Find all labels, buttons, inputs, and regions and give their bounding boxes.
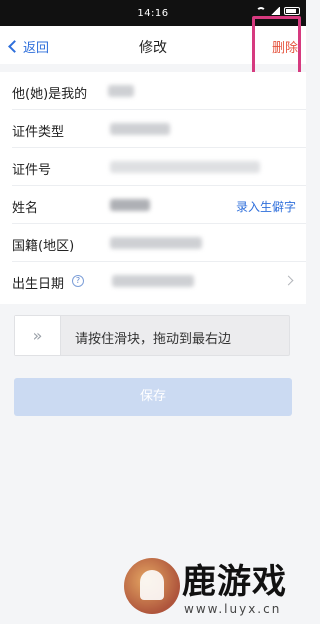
watermark: 鹿游戏 www.luyx.cn <box>116 548 306 624</box>
form-row-relationship[interactable]: 他(她)是我的 <box>0 72 306 110</box>
form-row-name[interactable]: 姓名 录入生僻字 <box>0 186 306 224</box>
birth-date-label: 出生日期 <box>12 277 65 292</box>
name-label: 姓名 <box>12 201 39 216</box>
relationship-label: 他(她)是我的 <box>12 87 88 102</box>
battery-icon <box>284 7 300 15</box>
help-icon[interactable]: ? <box>72 275 84 287</box>
passenger-form: 他(她)是我的 证件类型 证件号 姓名 录入生僻字 国籍(地区) 出生日期 ? <box>0 72 306 304</box>
form-row-birth-date[interactable]: 出生日期 ? <box>0 262 306 304</box>
watermark-logo-icon <box>124 558 180 614</box>
name-value-redacted <box>110 199 150 211</box>
birth-date-value-redacted <box>112 275 194 287</box>
status-icons <box>256 7 300 15</box>
nationality-value-redacted <box>110 237 202 249</box>
id-type-label: 证件类型 <box>12 125 65 140</box>
watermark-name: 鹿游戏 <box>182 562 287 602</box>
signal-icon <box>270 7 280 15</box>
id-number-value-redacted <box>110 161 260 173</box>
form-row-nationality[interactable]: 国籍(地区) <box>0 224 306 262</box>
slider-captcha[interactable]: » 请按住滑块，拖动到最右边 <box>14 315 290 356</box>
chevron-right-icon <box>283 275 294 286</box>
relationship-value-redacted <box>108 85 134 97</box>
wifi-icon <box>256 7 266 15</box>
enter-rare-character-link[interactable]: 录入生僻字 <box>236 198 296 215</box>
form-row-id-type[interactable]: 证件类型 <box>0 110 306 148</box>
slider-instruction: 请按住滑块，拖动到最右边 <box>75 332 232 347</box>
id-type-value-redacted <box>110 123 170 135</box>
form-row-id-number[interactable]: 证件号 <box>0 148 306 186</box>
slider-handle[interactable]: » <box>15 316 61 355</box>
id-number-label: 证件号 <box>12 163 52 178</box>
save-button[interactable]: 保存 <box>14 378 292 416</box>
nationality-label: 国籍(地区) <box>12 239 75 254</box>
watermark-url: www.luyx.cn <box>184 602 282 616</box>
double-chevron-right-icon: » <box>32 326 43 345</box>
